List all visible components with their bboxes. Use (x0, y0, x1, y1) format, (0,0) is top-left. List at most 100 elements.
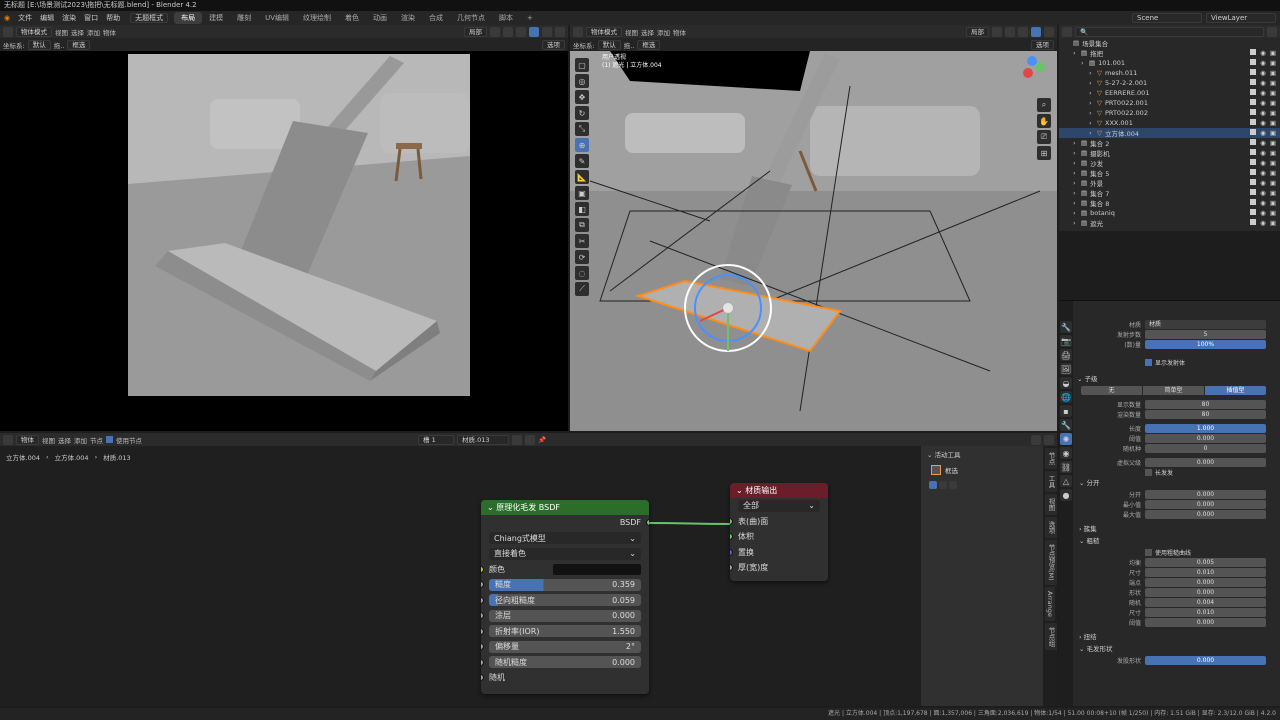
checkbox-icon[interactable] (1250, 89, 1257, 95)
roughness-field[interactable]: 0.000 (1145, 587, 1266, 597)
eye-icon[interactable]: ◉ (1260, 169, 1266, 177)
smooth-icon[interactable]: ◌ (575, 266, 589, 280)
copy-material-icon[interactable] (525, 434, 535, 445)
tab-animation[interactable]: 动画 (366, 12, 394, 24)
output-props-icon[interactable]: 🖨 (1060, 349, 1072, 361)
render-props-icon[interactable]: 📷 (1060, 335, 1072, 347)
checkbox-icon[interactable] (1250, 189, 1257, 195)
threshold-field[interactable]: 0.000 (1145, 433, 1266, 443)
loop-cut-icon[interactable]: ⧉ (575, 218, 589, 232)
clumping-section[interactable]: › 簇集 (1075, 523, 1280, 535)
steps-field[interactable]: 5 (1145, 329, 1266, 339)
bsdf-value-field[interactable]: 径向粗糙度 0.059 (489, 594, 641, 607)
particle-props-icon[interactable]: ✺ (1060, 433, 1072, 445)
bsdf-value-field[interactable]: 随机糙度 0.000 (489, 656, 641, 669)
camera-view-icon[interactable]: ⎚ (1037, 130, 1051, 144)
expand-arrow-icon[interactable]: › (1089, 69, 1097, 77)
show-emitter-checkbox[interactable] (1145, 358, 1152, 366)
select-subtract-icon[interactable] (949, 481, 957, 489)
children-simple-tab[interactable]: 简单型 (1143, 385, 1204, 395)
color-input-socket[interactable] (481, 565, 484, 573)
hair-shape-section[interactable]: ⌄ 毛发形状 (1075, 643, 1280, 655)
min-field[interactable]: 0.000 (1145, 499, 1266, 509)
tab-shading[interactable]: 着色 (338, 12, 366, 24)
random-input-socket[interactable] (481, 674, 484, 682)
displacement-input-socket[interactable] (730, 548, 733, 556)
checkbox-icon[interactable] (1250, 109, 1257, 115)
expand-arrow-icon[interactable]: › (1073, 169, 1081, 177)
long-hair-checkbox[interactable] (1145, 468, 1152, 476)
outliner-item[interactable]: › ▽ mesh.011 ◉ ▣ (1059, 68, 1280, 78)
bsdf-input-socket[interactable] (481, 643, 484, 651)
outliner-item[interactable]: › ▽ PRT0022.002 ◉ ▣ (1059, 108, 1280, 118)
select-dropdown[interactable]: 框选 (67, 39, 91, 50)
expand-arrow-icon[interactable]: › (1073, 189, 1081, 197)
tab-geometry-nodes[interactable]: 几何节点 (450, 12, 492, 24)
bsdf-input-socket[interactable] (481, 581, 484, 589)
checkbox-icon[interactable] (1250, 159, 1257, 165)
tab-compositing[interactable]: 合成 (422, 12, 450, 24)
snap-icon[interactable] (1044, 434, 1054, 445)
sidebar-tab[interactable]: 工具 (1045, 471, 1057, 492)
menu-add[interactable]: 添加 (87, 27, 100, 37)
outliner-item[interactable]: › ▽ EERRERE.001 ◉ ▣ (1059, 88, 1280, 98)
volume-input-socket[interactable] (730, 533, 733, 541)
children-none-tab[interactable]: 无 (1081, 385, 1142, 395)
outliner-search[interactable]: 🔍 (1075, 26, 1264, 37)
extrude-icon[interactable]: ◧ (575, 202, 589, 216)
expand-arrow-icon[interactable]: › (1089, 109, 1097, 117)
roughness-field[interactable]: 0.005 (1145, 557, 1266, 567)
editor-type-icon[interactable] (3, 434, 13, 445)
length-field[interactable]: 1.000 (1145, 423, 1266, 433)
eye-icon[interactable]: ◉ (1260, 209, 1266, 217)
menu-view[interactable]: 视图 (55, 27, 68, 37)
outliner-item[interactable]: › ▤ 集合 7 ◉ ▣ (1059, 188, 1280, 198)
checkbox-icon[interactable] (1250, 59, 1257, 65)
hair-shape-field[interactable]: 0.000 (1145, 655, 1266, 665)
eye-icon[interactable]: ◉ (1260, 79, 1266, 87)
menu-help[interactable]: 帮助 (102, 13, 124, 23)
camera-icon[interactable]: ▣ (1270, 139, 1276, 147)
outliner-item[interactable]: › ▽ 5-27-2-2.001 ◉ ▣ (1059, 78, 1280, 88)
expand-arrow-icon[interactable]: › (1073, 49, 1081, 57)
children-section[interactable]: ⌄ 子级 (1075, 373, 1280, 385)
checkbox-icon[interactable] (1250, 99, 1257, 105)
menu-render[interactable]: 渲染 (58, 13, 80, 23)
eye-icon[interactable]: ◉ (1260, 49, 1266, 57)
menu-add[interactable]: 添加 (657, 27, 670, 37)
menu-select[interactable]: 选择 (641, 27, 654, 37)
color-swatch[interactable] (553, 563, 641, 575)
options-dropdown[interactable]: 选项 (1031, 39, 1054, 50)
xray-icon[interactable] (1018, 26, 1028, 37)
outliner-item[interactable]: › ▤ 101.001 ◉ ▣ (1059, 58, 1280, 68)
checkbox-icon[interactable] (1250, 209, 1257, 215)
constraint-props-icon[interactable]: ⛓ (1060, 461, 1072, 473)
eye-icon[interactable]: ◉ (1260, 179, 1266, 187)
transform-icon[interactable]: ⊕ (575, 138, 589, 152)
bsdf-input-socket[interactable] (481, 658, 484, 666)
object-props-icon[interactable]: ▪ (1060, 405, 1072, 417)
outliner-item[interactable]: › ▤ 集合 2 ◉ ▣ (1059, 138, 1280, 148)
outliner-item[interactable]: › ▤ 集合 8 ◉ ▣ (1059, 198, 1280, 208)
blender-logo-icon[interactable]: ◉ (0, 14, 14, 22)
outliner-item[interactable]: › ▤ 遮光 ◉ ▣ (1059, 218, 1280, 228)
view-layer-selector[interactable]: ViewLayer (1206, 13, 1276, 23)
move-icon[interactable]: ✥ (575, 90, 589, 104)
virtual-parents-field[interactable]: 0.000 (1145, 457, 1266, 467)
transform-pivot-dropdown[interactable]: 局部 (966, 26, 989, 37)
select-box-icon[interactable] (931, 465, 941, 475)
bsdf-input-socket[interactable] (481, 596, 484, 604)
shading-solid-icon[interactable] (1031, 26, 1041, 37)
scene-props-icon[interactable]: ◒ (1060, 377, 1072, 389)
material-dropdown[interactable]: 材质.013 (457, 434, 509, 445)
outliner-item[interactable]: › ▤ 摄影机 ◉ ▣ (1059, 148, 1280, 158)
world-props-icon[interactable]: 🌐 (1060, 391, 1072, 403)
checkbox-icon[interactable] (1250, 49, 1257, 55)
shading-solid-icon[interactable] (529, 26, 539, 37)
thickness-input-socket[interactable] (730, 564, 733, 572)
checkbox-icon[interactable] (1250, 199, 1257, 205)
camera-icon[interactable]: ▣ (1270, 119, 1276, 127)
outliner-item[interactable]: › ▤ 拖把 ◉ ▣ (1059, 48, 1280, 58)
active-tool-header[interactable]: ⌄ 活动工具 (921, 446, 1043, 462)
snap-icon[interactable] (992, 26, 1002, 37)
